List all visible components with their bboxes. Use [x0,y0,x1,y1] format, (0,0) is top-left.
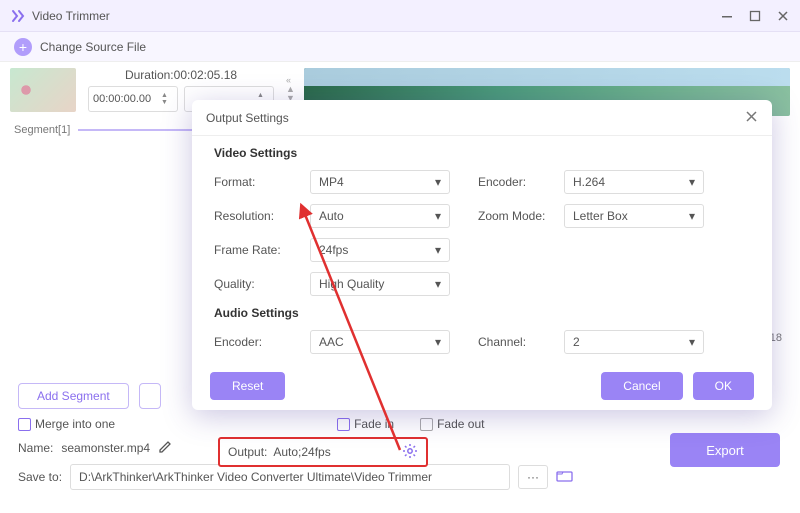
chevron-down-icon: ▾ [435,335,441,349]
minimize-icon[interactable] [720,9,734,23]
chevron-down-icon: ▾ [435,243,441,257]
quality-label: Quality: [214,277,310,291]
dialog-header: Output Settings [192,100,772,136]
dialog-body: Video Settings Format: MP4▾ Encoder: H.2… [192,136,772,362]
output-value: Auto;24fps [273,445,396,459]
browse-button[interactable]: ··· [518,465,548,489]
change-source-label[interactable]: Change Source File [40,40,146,54]
fadeout-checkbox[interactable]: Fade out [420,417,484,431]
edit-name-icon[interactable] [158,439,172,456]
zoommode-select[interactable]: Letter Box▾ [564,204,704,228]
saveto-label: Save to: [18,470,62,484]
clip-thumbnail[interactable] [10,68,76,112]
cancel-button[interactable]: Cancel [601,372,682,400]
maximize-icon[interactable] [748,9,762,23]
framerate-select[interactable]: 24fps▾ [310,238,450,262]
save-path-value: D:\ArkThinker\ArkThinker Video Converter… [79,470,432,484]
add-source-icon[interactable]: + [14,38,32,56]
fadein-checkbox[interactable]: Fade in [337,417,394,431]
app-logo-icon [10,8,26,24]
spinner-icon[interactable]: ▲▼ [161,92,173,106]
dialog-title: Output Settings [206,111,745,125]
save-path-input[interactable]: D:\ArkThinker\ArkThinker Video Converter… [70,464,510,490]
merge-checkbox[interactable]: Merge into one [18,417,115,431]
format-label: Format: [214,175,310,189]
channel-label: Channel: [478,335,564,349]
output-label: Output: [228,445,267,459]
change-source-bar: + Change Source File [0,32,800,62]
reset-button[interactable]: Reset [210,372,285,400]
dialog-close-icon[interactable] [745,110,758,126]
resolution-label: Resolution: [214,209,310,223]
chevron-down-icon: ▾ [689,209,695,223]
start-time-value: 00:00:00.00 [93,93,161,105]
framerate-label: Frame Rate: [214,243,310,257]
chevron-down-icon: ▾ [435,209,441,223]
channel-select[interactable]: 2▾ [564,330,704,354]
secondary-button[interactable] [139,383,161,409]
ok-button[interactable]: OK [693,372,754,400]
resolution-select[interactable]: Auto▾ [310,204,450,228]
chevron-down-icon: ▾ [435,175,441,189]
duration-label: Duration:00:02:05.18 [125,68,237,82]
checkbox-icon [18,418,31,431]
open-folder-icon[interactable] [556,469,574,486]
chevron-down-icon: ▾ [689,335,695,349]
zoommode-label: Zoom Mode: [478,209,564,223]
format-select[interactable]: MP4▾ [310,170,450,194]
merge-label: Merge into one [35,417,115,431]
fadeout-label: Fade out [437,417,484,431]
output-settings-dialog: Output Settings Video Settings Format: M… [192,100,772,410]
dialog-footer: Reset Cancel OK [192,362,772,410]
title-bar: Video Trimmer [0,0,800,32]
audio-settings-heading: Audio Settings [214,306,750,320]
audio-encoder-select[interactable]: AAC▾ [310,330,450,354]
quality-select[interactable]: High Quality▾ [310,272,450,296]
encoder-label: Encoder: [478,175,564,189]
chevron-down-icon: ▾ [435,277,441,291]
add-segment-button[interactable]: Add Segment [18,383,129,409]
close-icon[interactable] [776,9,790,23]
start-time-input[interactable]: 00:00:00.00 ▲▼ [88,86,178,112]
segment-label: Segment[1] [14,124,70,136]
export-button[interactable]: Export [670,433,780,467]
app-title: Video Trimmer [32,9,110,23]
name-label: Name: [18,441,53,455]
output-summary-box: Output: Auto;24fps [218,437,428,467]
checkbox-icon [420,418,433,431]
file-name: seamonster.mp4 [61,441,150,455]
video-settings-heading: Video Settings [214,146,750,160]
audio-encoder-label: Encoder: [214,335,310,349]
fadein-label: Fade in [354,417,394,431]
video-encoder-select[interactable]: H.264▾ [564,170,704,194]
output-settings-gear-icon[interactable] [402,443,418,462]
chevron-down-icon: ▾ [689,175,695,189]
checkbox-icon [337,418,350,431]
